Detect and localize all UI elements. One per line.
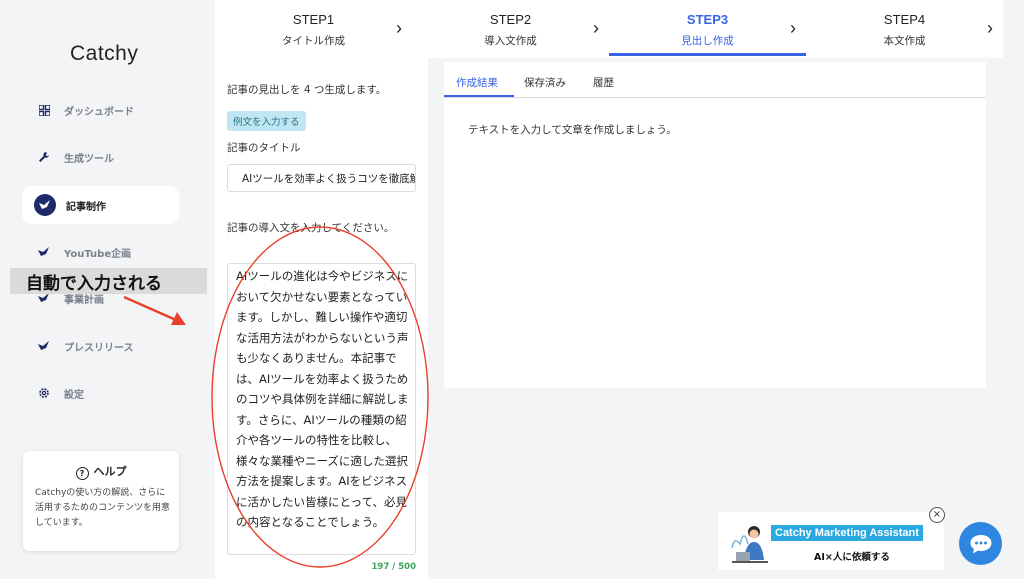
- intro-label: 記事の導入文を入力してください。: [227, 222, 395, 234]
- result-tabs: 作成結果 保存済み 履歴: [444, 62, 986, 98]
- sidebar-item-label: 生成ツール: [64, 153, 114, 165]
- chevron-right-icon: ›: [790, 18, 796, 38]
- assistant-person-illustration: [731, 526, 768, 563]
- result-panel: 作成結果 保存済み 履歴 テキストを入力して文章を作成しましょう。: [444, 62, 986, 388]
- step-title: STEP4: [883, 12, 926, 27]
- tab-history[interactable]: 履歴: [593, 75, 614, 90]
- step-4[interactable]: STEP4 本文作成 ›: [806, 0, 1003, 58]
- step-subtitle: 見出し作成: [681, 35, 734, 47]
- sidebar-item-youtube[interactable]: YouTube企画: [22, 233, 179, 271]
- sidebar-item-dashboard[interactable]: ダッシュボード: [22, 91, 179, 129]
- active-tab-indicator: [444, 95, 514, 97]
- help-text: Catchyの使い方の解説、さらに活用するためのコンテンツを用意しています。: [35, 488, 171, 528]
- dashboard-icon: [34, 100, 54, 120]
- chevron-right-icon: ›: [987, 18, 993, 38]
- marketing-assistant-banner[interactable]: Catchy Marketing Assistant AI×人に依頼する ×: [718, 507, 945, 570]
- question-icon: ?: [75, 467, 89, 480]
- character-counter: 197 / 500: [371, 562, 416, 572]
- form-description: 記事の見出しを 4 つ生成します。: [227, 84, 387, 96]
- example-input-button[interactable]: 例文を入力する: [227, 111, 306, 131]
- step-subtitle: 本文作成: [883, 35, 926, 47]
- help-card[interactable]: ? ヘルプ Catchyの使い方の解説、さらに活用するためのコンテンツを用意してい…: [23, 451, 179, 551]
- chat-button[interactable]: [959, 522, 1002, 565]
- step-title: STEP1: [292, 12, 335, 27]
- sidebar-item-press-release[interactable]: プレスリリース: [22, 327, 179, 365]
- tab-results[interactable]: 作成結果: [456, 75, 498, 90]
- intro-textarea[interactable]: AIツールの進化は今やビジネスにおいて欠かせない要素となっています。しかし、難し…: [227, 263, 416, 555]
- step-title: STEP2: [489, 12, 532, 27]
- sidebar-item-tools[interactable]: 生成ツール: [22, 138, 179, 176]
- sidebar-item-label: 設定: [64, 389, 84, 401]
- step-progress-bar: STEP1 タイトル作成 › STEP2 導入文作成 › STEP3 見出し作成…: [215, 0, 1003, 58]
- assistant-subtitle: AI×人に依頼する: [814, 552, 890, 563]
- catchy-logo[interactable]: Catchy: [70, 42, 138, 66]
- wrench-icon: [34, 147, 54, 167]
- help-title: ? ヘルプ: [23, 463, 179, 480]
- step-1[interactable]: STEP1 タイトル作成 ›: [215, 0, 412, 58]
- step-title: STEP3: [686, 12, 729, 27]
- annotation-label: 自動で入力される: [10, 268, 207, 294]
- bird-icon: [34, 194, 56, 216]
- sidebar-item-label: プレスリリース: [64, 342, 134, 354]
- input-form: 記事の見出しを 4 つ生成します。 例文を入力する 記事のタイトル AIツールを…: [215, 58, 428, 579]
- title-input[interactable]: AIツールを効率よく扱うコツを徹底解説: [227, 164, 416, 192]
- sidebar-item-label: ダッシュボード: [64, 106, 134, 118]
- assistant-title: Catchy Marketing Assistant: [771, 525, 923, 541]
- result-placeholder: テキストを入力して文章を作成しましょう。: [468, 124, 677, 136]
- chevron-right-icon: ›: [396, 18, 402, 38]
- sidebar-item-label: 記事制作: [66, 201, 106, 213]
- gear-icon: [34, 383, 54, 403]
- chat-bubble-icon: [970, 534, 991, 553]
- active-step-indicator: [609, 53, 806, 56]
- close-icon[interactable]: ×: [929, 507, 945, 523]
- bird-icon: [34, 336, 54, 356]
- tab-saved[interactable]: 保存済み: [524, 75, 566, 90]
- sidebar-item-article[interactable]: 記事制作: [22, 186, 179, 224]
- step-3[interactable]: STEP3 見出し作成 ›: [609, 0, 806, 58]
- bird-icon: [34, 242, 54, 262]
- sidebar-item-settings[interactable]: 設定: [22, 374, 179, 412]
- step-subtitle: タイトル作成: [282, 35, 345, 47]
- step-2[interactable]: STEP2 導入文作成 ›: [412, 0, 609, 58]
- title-label: 記事のタイトル: [227, 142, 301, 154]
- chevron-right-icon: ›: [593, 18, 599, 38]
- step-subtitle: 導入文作成: [484, 35, 537, 47]
- sidebar-item-label: YouTube企画: [64, 248, 132, 260]
